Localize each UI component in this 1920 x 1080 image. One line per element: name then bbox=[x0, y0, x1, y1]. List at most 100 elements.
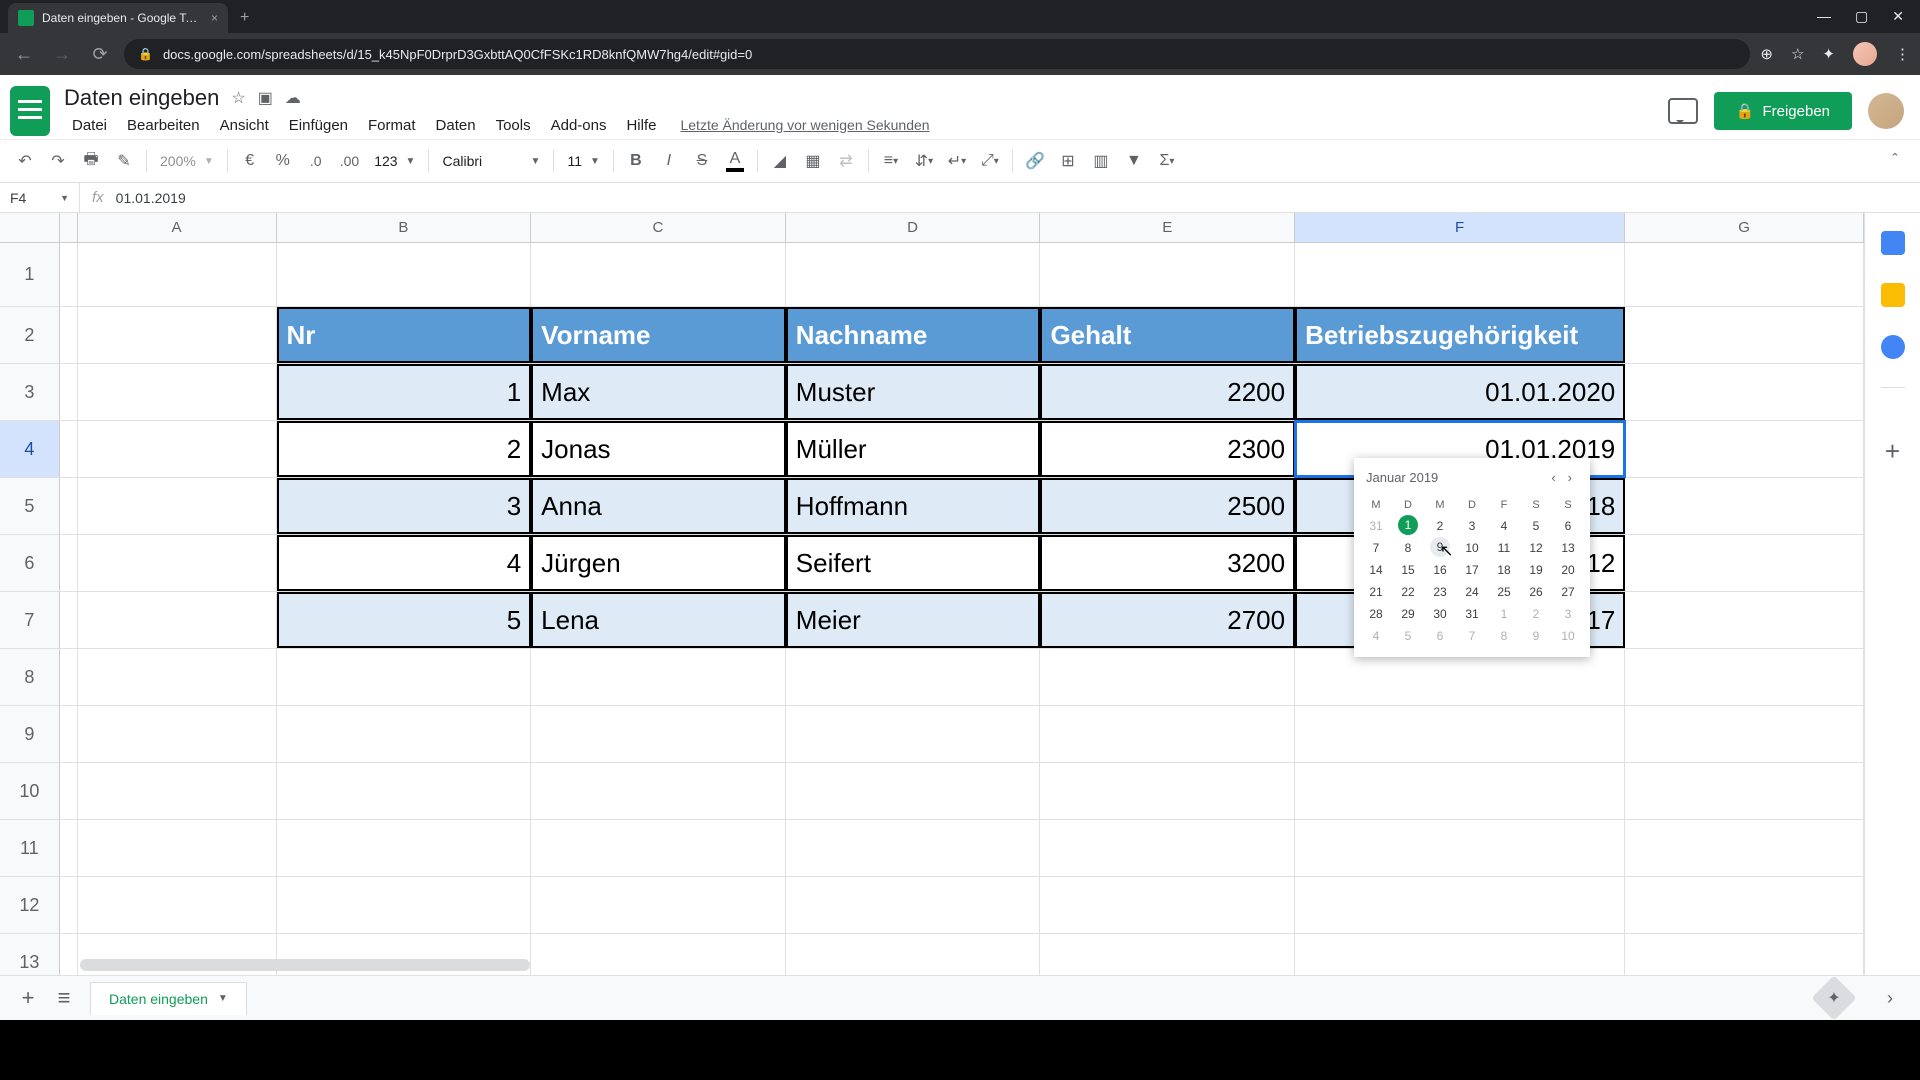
col-header-e[interactable]: E bbox=[1040, 213, 1295, 242]
cell[interactable] bbox=[531, 877, 786, 933]
doc-title[interactable]: Daten eingeben bbox=[64, 85, 219, 111]
cell[interactable] bbox=[786, 706, 1041, 762]
row-header[interactable]: 10 bbox=[0, 763, 60, 819]
cell[interactable]: Seifert bbox=[786, 535, 1041, 591]
cell[interactable] bbox=[1040, 877, 1295, 933]
datepicker-day[interactable]: 31 bbox=[1456, 603, 1488, 625]
cell[interactable] bbox=[1040, 763, 1295, 819]
menu-datei[interactable]: Datei bbox=[64, 113, 115, 138]
datepicker-day[interactable]: 13 bbox=[1552, 537, 1584, 559]
cell[interactable] bbox=[1040, 243, 1295, 306]
datepicker-day[interactable]: 25 bbox=[1488, 581, 1520, 603]
bookmark-icon[interactable]: ☆ bbox=[1791, 45, 1804, 63]
increase-decimal-icon[interactable]: .00 bbox=[334, 146, 365, 176]
spreadsheet-grid[interactable]: A B C D E F G 12NrVornameNachnameGehaltB… bbox=[0, 213, 1864, 975]
filter-icon[interactable]: ▼ bbox=[1119, 146, 1149, 176]
back-icon[interactable]: ← bbox=[10, 44, 38, 65]
cell[interactable] bbox=[531, 243, 786, 306]
currency-icon[interactable]: € bbox=[235, 146, 265, 176]
cell[interactable] bbox=[1040, 649, 1295, 705]
cell[interactable] bbox=[1625, 421, 1864, 477]
move-icon[interactable]: ▣ bbox=[258, 88, 273, 108]
cell[interactable] bbox=[1295, 763, 1625, 819]
percent-icon[interactable]: % bbox=[268, 146, 298, 176]
datepicker-day[interactable]: 7 bbox=[1360, 537, 1392, 559]
col-header-b[interactable]: B bbox=[277, 213, 532, 242]
cell[interactable] bbox=[786, 820, 1041, 876]
all-sheets-button[interactable]: ≡ bbox=[46, 980, 82, 1016]
cell[interactable] bbox=[78, 820, 277, 876]
cell[interactable] bbox=[277, 820, 532, 876]
calendar-addon-icon[interactable] bbox=[1881, 231, 1905, 255]
datepicker-day[interactable]: 15 bbox=[1392, 559, 1424, 581]
cell[interactable] bbox=[78, 535, 277, 591]
datepicker-day[interactable]: 27 bbox=[1552, 581, 1584, 603]
datepicker-day[interactable]: 9 bbox=[1520, 625, 1552, 647]
datepicker-day[interactable]: 8 bbox=[1488, 625, 1520, 647]
url-input[interactable]: 🔒 docs.google.com/spreadsheets/d/15_k45N… bbox=[124, 39, 1750, 69]
borders-icon[interactable]: ▦ bbox=[798, 146, 828, 176]
datepicker-day[interactable]: 5 bbox=[1520, 515, 1552, 537]
cell[interactable]: Lena bbox=[531, 592, 786, 648]
cell[interactable] bbox=[277, 243, 532, 306]
cell[interactable] bbox=[1295, 706, 1625, 762]
cell[interactable] bbox=[78, 364, 277, 420]
insert-comment-icon[interactable]: ⊞ bbox=[1053, 146, 1083, 176]
redo-icon[interactable]: ↷ bbox=[43, 146, 73, 176]
datepicker-day[interactable]: 6 bbox=[1552, 515, 1584, 537]
cell[interactable] bbox=[78, 478, 277, 534]
cell[interactable]: 3 bbox=[277, 478, 532, 534]
horizontal-scrollbar[interactable] bbox=[80, 959, 530, 971]
functions-icon[interactable]: Σ▾ bbox=[1152, 146, 1182, 176]
datepicker-day[interactable]: 19 bbox=[1520, 559, 1552, 581]
datepicker-day[interactable]: 8 bbox=[1392, 537, 1424, 559]
cell[interactable]: Nachname bbox=[786, 307, 1041, 363]
cell[interactable] bbox=[1625, 877, 1864, 933]
cell[interactable] bbox=[1625, 763, 1864, 819]
datepicker-day[interactable]: 9 bbox=[1430, 537, 1450, 557]
datepicker-day[interactable]: 10 bbox=[1552, 625, 1584, 647]
keep-addon-icon[interactable] bbox=[1881, 283, 1905, 307]
tasks-addon-icon[interactable] bbox=[1881, 335, 1905, 359]
cell[interactable] bbox=[531, 934, 786, 975]
cell[interactable] bbox=[1295, 649, 1625, 705]
cell[interactable] bbox=[277, 649, 532, 705]
cell[interactable] bbox=[78, 421, 277, 477]
datepicker-day[interactable]: 12 bbox=[1520, 537, 1552, 559]
cell[interactable]: Hoffmann bbox=[786, 478, 1041, 534]
datepicker-day[interactable]: 7 bbox=[1456, 625, 1488, 647]
cell[interactable] bbox=[78, 307, 277, 363]
close-window-icon[interactable]: ✕ bbox=[1892, 8, 1904, 25]
browser-tab[interactable]: Daten eingeben - Google Tabelle × bbox=[8, 3, 228, 33]
cell[interactable] bbox=[786, 763, 1041, 819]
show-side-panel-icon[interactable]: › bbox=[1870, 988, 1910, 1009]
text-color-icon[interactable]: A bbox=[720, 146, 750, 176]
row-header[interactable]: 5 bbox=[0, 478, 60, 534]
datepicker-day[interactable]: 2 bbox=[1520, 603, 1552, 625]
close-tab-icon[interactable]: × bbox=[211, 11, 218, 25]
datepicker-day[interactable]: 6 bbox=[1424, 625, 1456, 647]
select-all-corner[interactable] bbox=[0, 213, 60, 242]
row-header[interactable]: 7 bbox=[0, 592, 60, 648]
text-wrap-icon[interactable]: ↵▾ bbox=[942, 146, 972, 176]
datepicker-day[interactable]: 3 bbox=[1456, 515, 1488, 537]
cell[interactable] bbox=[1625, 820, 1864, 876]
cell[interactable]: Nr bbox=[277, 307, 532, 363]
cell[interactable] bbox=[1295, 243, 1625, 306]
row-header[interactable]: 6 bbox=[0, 535, 60, 591]
add-sheet-button[interactable]: + bbox=[10, 980, 46, 1016]
cell[interactable]: Muster bbox=[786, 364, 1041, 420]
comments-icon[interactable] bbox=[1668, 98, 1698, 124]
cloud-icon[interactable]: ☁ bbox=[285, 88, 301, 108]
cell[interactable] bbox=[1625, 307, 1864, 363]
new-tab-button[interactable]: + bbox=[240, 9, 249, 27]
datepicker-day[interactable]: 26 bbox=[1520, 581, 1552, 603]
datepicker-day[interactable]: 10 bbox=[1456, 537, 1488, 559]
cell[interactable] bbox=[1625, 243, 1864, 306]
cell[interactable] bbox=[1625, 535, 1864, 591]
cell[interactable] bbox=[277, 763, 532, 819]
col-header-f[interactable]: F bbox=[1295, 213, 1625, 242]
cell[interactable] bbox=[1625, 592, 1864, 648]
col-header-a[interactable]: A bbox=[78, 213, 277, 242]
datepicker-day[interactable]: 17 bbox=[1456, 559, 1488, 581]
